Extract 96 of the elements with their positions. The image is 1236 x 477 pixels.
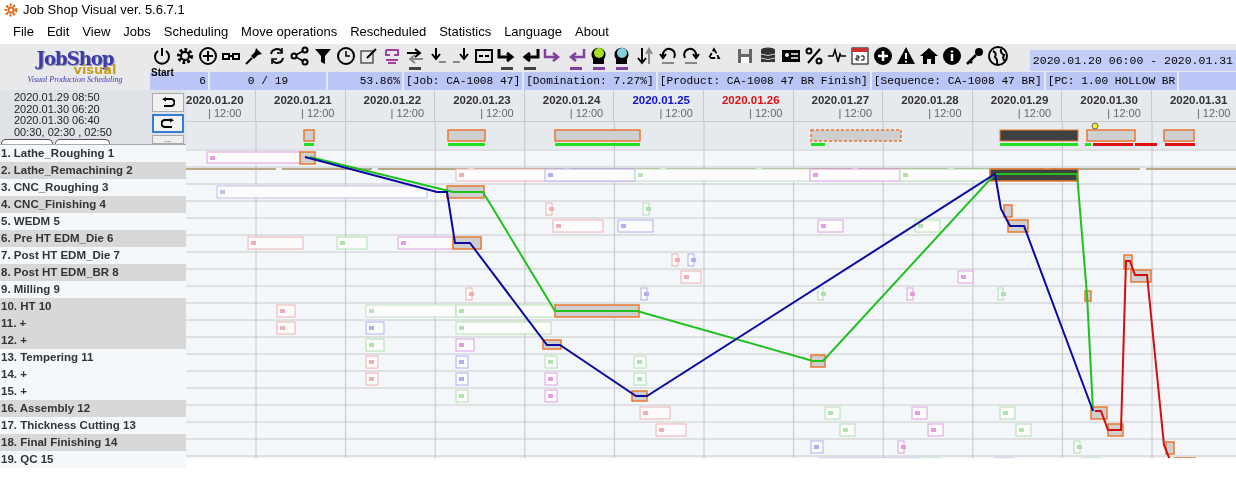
power-icon[interactable] (151, 46, 172, 66)
gear-icon[interactable] (174, 46, 195, 66)
menu-item[interactable]: Rescheduled (344, 22, 434, 42)
nodes-icon[interactable] (289, 46, 310, 66)
machine-label: 2. Lathe_Remachining 2 (0, 162, 186, 179)
home-icon[interactable] (918, 46, 939, 66)
gear-icon (4, 3, 18, 17)
panel-tab[interactable] (55, 139, 110, 144)
time-label: | 12:00 (659, 106, 693, 120)
time-label: | 12:00 (838, 106, 872, 120)
indicator-bar (615, 67, 628, 70)
info-text: 2020.01.30 06:20 (14, 103, 101, 115)
date-range: 2020.01.20 06:00 - 2020.01.31 (1029, 50, 1236, 72)
date-label: 2020.01.30 (1080, 93, 1138, 107)
more-button[interactable]: ... (152, 135, 184, 144)
indicator-bar (523, 67, 536, 70)
time-label: | 12:00 (1017, 106, 1052, 120)
machine-label: 17. Thickness Cutting 13 (0, 417, 186, 434)
indicator-bar (569, 67, 582, 70)
menu-item[interactable]: View (76, 22, 118, 42)
menu-item[interactable]: Language (498, 22, 569, 42)
calendar-icon[interactable] (849, 46, 870, 66)
date-label: 2020.01.20 (186, 93, 244, 107)
plus-circle-icon[interactable] (872, 46, 893, 66)
info-text: 2020.01.29 08:50 (14, 92, 101, 104)
machine-label: 13. Tempering 11 (0, 349, 186, 366)
edit-icon[interactable] (358, 46, 379, 66)
window-title: Job Shop Visual ver. 5.6.7.1 (23, 1, 185, 20)
machine-label: 19. QC 15 (0, 451, 186, 468)
date-label: 2020.01.27 (811, 93, 870, 107)
clock-icon[interactable] (335, 46, 356, 66)
menu-item[interactable]: File (7, 22, 41, 42)
key-icon[interactable] (964, 46, 985, 66)
machine-label: 9. Milling 9 (0, 281, 186, 298)
time-label: | 12:00 (480, 106, 514, 120)
time-label: | 12:00 (928, 106, 962, 120)
down-arrow-icon[interactable] (450, 46, 471, 66)
machine-label: 7. Post HT EDM_Die 7 (0, 247, 186, 264)
panel-tab[interactable] (1, 139, 53, 144)
date-label: 2020.01.25 (632, 93, 690, 107)
machine-label: 4. CNC_Finishing 4 (0, 196, 186, 213)
start-label: Start (151, 66, 174, 80)
machine-label: 6. Pre HT EDM_Die 6 (0, 230, 186, 247)
time-label: | 12:00 (569, 106, 604, 120)
menu-item[interactable]: Statistics (433, 22, 499, 42)
filter-icon[interactable] (312, 46, 333, 66)
date-label: 2020.01.26 (721, 93, 780, 107)
time-label: | 12:00 (1107, 106, 1141, 120)
info-icon[interactable] (941, 46, 962, 66)
machine-label: 15. + (0, 383, 186, 400)
redo-icon (161, 117, 175, 130)
plus-circle-icon[interactable] (197, 46, 218, 66)
machine-label: 3. CNC_Roughing 3 (0, 179, 186, 196)
undo-button[interactable] (152, 93, 184, 112)
pin-icon[interactable] (243, 46, 264, 66)
undo-icon (161, 96, 175, 109)
indicator-bar (592, 67, 605, 70)
time-label: | 12:00 (1196, 106, 1231, 120)
percent-icon[interactable] (803, 46, 824, 66)
time-label: | 12:00 (390, 106, 425, 120)
machine-label: 11. + (0, 315, 186, 332)
date-label: 2020.01.21 (274, 93, 332, 107)
machine-label: 12. + (0, 332, 186, 349)
undo-icon[interactable] (657, 46, 678, 66)
redo-button[interactable] (152, 114, 184, 133)
machine-label: 10. HT 10 (0, 298, 186, 315)
date-label: 2020.01.22 (363, 93, 422, 107)
machine-label: 18. Final Finishing 14 (0, 434, 186, 451)
machine-label: 16. Assembly 12 (0, 400, 186, 417)
app-logo: JobShop visual Visual Production Scheduling (26, 47, 124, 86)
date-label: 2020.01.24 (542, 93, 601, 107)
machine-label: 8. Post HT EDM_BR 8 (0, 264, 186, 281)
date-label: 2020.01.29 (990, 93, 1049, 107)
indicator-bar (500, 67, 513, 70)
date-label: 2020.01.28 (901, 93, 959, 107)
warning-icon[interactable] (895, 46, 916, 66)
down-up-arrows-icon[interactable] (634, 46, 655, 66)
redo-icon[interactable] (680, 46, 701, 66)
machine-label: 1. Lathe_Roughing 1 (0, 145, 186, 162)
time-label: | 12:00 (208, 106, 242, 120)
menu-item[interactable]: Move operations (235, 22, 345, 42)
indicator-bar (408, 67, 421, 70)
menu-item[interactable]: Edit (40, 22, 77, 42)
menu-item[interactable]: Jobs (117, 22, 158, 42)
machine-label: 5. WEDM 5 (0, 213, 186, 230)
time-label: | 12:00 (301, 106, 335, 120)
machine-label: 14. + (0, 366, 186, 383)
globe-icon[interactable] (987, 46, 1008, 66)
menu-item[interactable]: Scheduling (157, 22, 236, 42)
info-text: 2020.01.30 06:40 (14, 115, 101, 127)
swap-arrows-icon[interactable] (404, 46, 425, 66)
menu-item[interactable]: About (569, 22, 616, 42)
info-text: 00:30, 02:30 , 02:50 (14, 126, 113, 138)
time-label: | 12:00 (748, 106, 783, 120)
date-label: 2020.01.23 (453, 93, 511, 107)
date-label: 2020.01.31 (1169, 93, 1228, 107)
